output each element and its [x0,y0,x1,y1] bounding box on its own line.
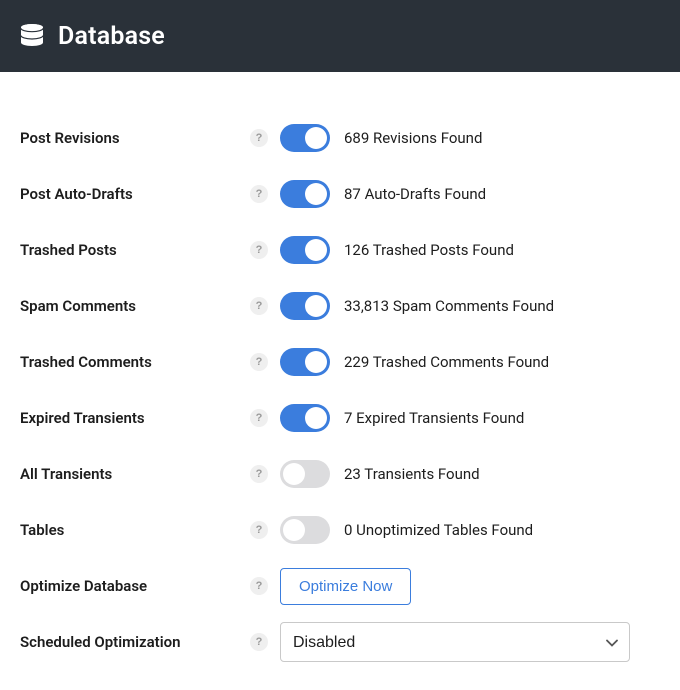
help-icon[interactable]: ? [250,185,268,203]
toggle-post-auto-drafts[interactable] [280,180,330,208]
row-expired-transients: Expired Transients ? 7 Expired Transient… [20,390,660,446]
toggle-expired-transients[interactable] [280,404,330,432]
row-trashed-posts: Trashed Posts ? 126 Trashed Posts Found [20,222,660,278]
label-post-revisions: Post Revisions [20,129,250,147]
value-spam-comments: 33,813 Spam Comments Found [344,297,554,315]
label-expired-transients: Expired Transients [20,409,250,427]
row-post-auto-drafts: Post Auto-Drafts ? 87 Auto-Drafts Found [20,166,660,222]
label-trashed-posts: Trashed Posts [20,241,250,259]
help-icon[interactable]: ? [250,241,268,259]
value-trashed-comments: 229 Trashed Comments Found [344,353,549,371]
label-trashed-comments: Trashed Comments [20,353,250,371]
value-trashed-posts: 126 Trashed Posts Found [344,241,514,259]
page-title: Database [58,22,165,51]
toggle-all-transients[interactable] [280,460,330,488]
value-all-transients: 23 Transients Found [344,465,480,483]
row-spam-comments: Spam Comments ? 33,813 Spam Comments Fou… [20,278,660,334]
row-tables: Tables ? 0 Unoptimized Tables Found [20,502,660,558]
row-all-transients: All Transients ? 23 Transients Found [20,446,660,502]
row-scheduled-optimization: Scheduled Optimization ? Disabled [20,614,660,670]
help-icon[interactable]: ? [250,353,268,371]
optimize-now-button[interactable]: Optimize Now [280,568,411,605]
content-area: Post Revisions ? 689 Revisions Found Pos… [0,72,680,690]
scheduled-optimization-select[interactable]: Disabled [280,622,630,662]
value-tables: 0 Unoptimized Tables Found [344,521,533,539]
toggle-trashed-posts[interactable] [280,236,330,264]
help-icon[interactable]: ? [250,633,268,651]
label-optimize-database: Optimize Database [20,577,250,595]
header: Database [0,0,680,72]
value-expired-transients: 7 Expired Transients Found [344,409,524,427]
toggle-tables[interactable] [280,516,330,544]
help-icon[interactable]: ? [250,577,268,595]
value-post-auto-drafts: 87 Auto-Drafts Found [344,185,486,203]
toggle-trashed-comments[interactable] [280,348,330,376]
label-tables: Tables [20,521,250,539]
label-spam-comments: Spam Comments [20,297,250,315]
toggle-post-revisions[interactable] [280,124,330,152]
label-scheduled-optimization: Scheduled Optimization [20,633,250,651]
toggle-spam-comments[interactable] [280,292,330,320]
help-icon[interactable]: ? [250,297,268,315]
row-trashed-comments: Trashed Comments ? 229 Trashed Comments … [20,334,660,390]
help-icon[interactable]: ? [250,129,268,147]
help-icon[interactable]: ? [250,521,268,539]
row-post-revisions: Post Revisions ? 689 Revisions Found [20,110,660,166]
database-icon [20,23,44,49]
label-all-transients: All Transients [20,465,250,483]
value-post-revisions: 689 Revisions Found [344,129,482,147]
help-icon[interactable]: ? [250,465,268,483]
help-icon[interactable]: ? [250,409,268,427]
label-post-auto-drafts: Post Auto-Drafts [20,185,250,203]
row-optimize-database: Optimize Database ? Optimize Now [20,558,660,614]
